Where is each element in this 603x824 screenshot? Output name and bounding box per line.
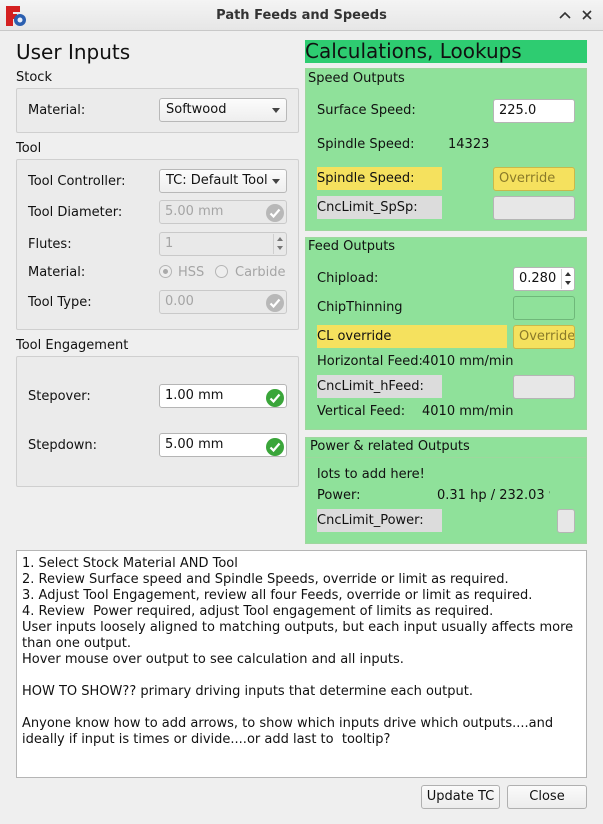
spindle-override-field[interactable]: Override [493,167,575,191]
chipthinning-label: ChipThinning [317,300,403,315]
spin-down-icon [565,281,571,285]
chevron-down-icon [272,179,280,184]
cnclimit-spsp-field[interactable] [493,196,575,220]
spin-up-icon [277,237,283,241]
horizontal-feed-value: 4010 mm/min [422,354,514,369]
tool-type-label: Tool Type: [28,295,92,310]
power-value: 0.31 hp / 232.03 w [437,488,550,503]
tool-material-label: Material: [28,265,86,280]
instruction-line [22,700,581,716]
tool-controller-label: Tool Controller: [28,174,126,189]
update-tc-button[interactable]: Update TC [421,785,500,809]
user-inputs-heading: User Inputs [16,40,131,64]
spindle-override-label: Spindle Speed: [317,167,442,190]
cnclimit-hfeed-field[interactable] [513,375,575,399]
power-note: lots to add here! [317,467,425,482]
title-bar[interactable]: Path Feeds and Speeds [0,0,603,31]
stepover-label: Stepover: [28,389,91,404]
tool-type-value: 0.00 [165,294,194,309]
carbide-radio[interactable] [215,265,228,278]
feed-outputs-title: Feed Outputs [308,239,396,254]
surface-speed-field[interactable]: 225.0 [493,99,575,123]
instruction-line: 3. Adjust Tool Engagement, review all fo… [22,588,533,603]
hss-label: HSS [178,265,205,280]
tool-diameter-label: Tool Diameter: [28,205,123,220]
carbide-label: Carbide [235,265,286,280]
cl-override-field[interactable]: Override [513,325,575,349]
chipload-spinbox[interactable]: 0.280 [513,267,575,291]
cl-override-placeholder: Override [519,329,575,344]
spindle-speed-label: Spindle Speed: [317,137,415,152]
check-icon [266,389,284,407]
spin-arrows[interactable] [561,269,573,289]
stepdown-value: 5.00 mm [165,437,224,452]
engagement-section-title: Tool Engagement [16,338,129,353]
check-icon [266,204,284,222]
tool-diameter-value: 5.00 mm [165,204,224,219]
instructions-text[interactable]: 1. Select Stock Material AND Tool 2. Rev… [16,550,587,778]
check-icon [266,294,284,312]
stock-material-combo[interactable]: Softwood [159,98,287,122]
spin-down-icon [277,246,283,250]
instruction-line: 1. Select Stock Material AND Tool [22,556,238,571]
chipthinning-field[interactable] [513,296,575,320]
cnclimit-hfeed-label: CncLimit_hFeed: [317,375,442,398]
stepover-value: 1.00 mm [165,388,224,403]
instruction-line: 2. Review Surface speed and Spindle Spee… [22,572,509,587]
speed-outputs-title: Speed Outputs [308,71,405,86]
engagement-group [16,356,299,487]
stock-material-value: Softwood [166,102,227,117]
stepdown-label: Stepdown: [28,438,98,453]
tool-section-title: Tool [16,141,42,156]
cl-override-label: CL override [317,325,507,348]
stock-section-title: Stock [16,70,52,85]
stock-material-label: Material: [28,103,86,118]
cnclimit-power-label: CncLimit_Power: [317,509,442,532]
spindle-override-placeholder: Override [499,171,556,186]
window-title: Path Feeds and Speeds [216,8,387,23]
instruction-line: User inputs loosely aligned to matching … [22,620,578,651]
instruction-line [22,668,581,684]
tool-controller-combo[interactable]: TC: Default Tool [159,169,287,193]
chevron-down-icon [272,108,280,113]
chipload-value: 0.280 [519,271,557,286]
hss-radio[interactable] [159,265,172,278]
instruction-line: Anyone know how to add arrows, to show w… [22,716,558,747]
close-icon[interactable] [577,5,597,25]
close-button[interactable]: Close [507,785,587,809]
calculations-heading: Calculations, Lookups [305,40,587,63]
horizontal-feed-label: Horizontal Feed: [317,354,423,369]
spindle-speed-value: 14323 [448,137,490,152]
cnclimit-power-field[interactable] [557,509,575,533]
app-logo-icon [5,5,27,27]
surface-speed-label: Surface Speed: [317,103,416,118]
power-outputs-title: Power & related Outputs [310,439,470,454]
instruction-line: HOW TO SHOW?? primary driving inputs tha… [22,684,473,699]
tool-controller-value: TC: Default Tool [166,173,268,188]
vertical-feed-label: Vertical Feed: [317,404,406,419]
cnclimit-spsp-label: CncLimit_SpSp: [317,196,442,219]
spin-arrows[interactable] [273,234,285,254]
power-label: Power: [317,488,361,503]
radio-dot [163,269,168,274]
collapse-chevron-icon[interactable] [555,5,575,25]
surface-speed-value: 225.0 [499,103,537,118]
chipload-label: Chipload: [317,271,379,286]
spin-up-icon [565,272,571,276]
flutes-label: Flutes: [28,237,72,252]
instruction-line: Hover mouse over output to see calculati… [22,652,404,667]
flutes-spinbox[interactable]: 1 [159,232,287,256]
instruction-line: 4. Review Power required, adjust Tool en… [22,604,494,619]
check-icon [266,438,284,456]
vertical-feed-value: 4010 mm/min [422,404,514,419]
flutes-value: 1 [165,236,174,251]
